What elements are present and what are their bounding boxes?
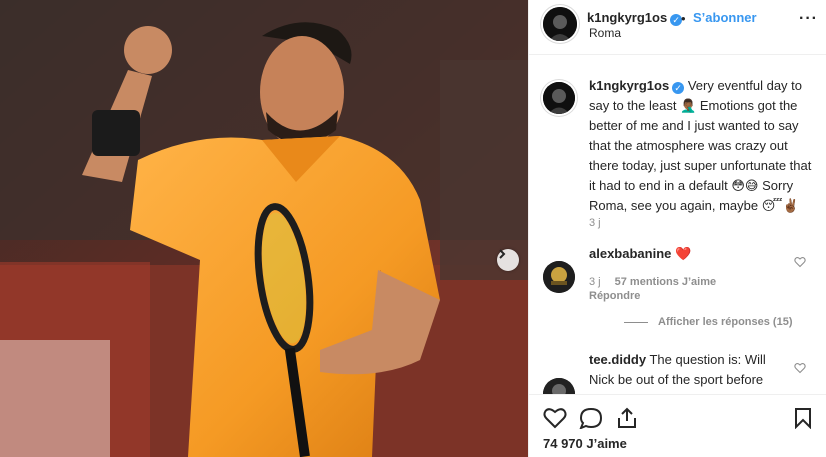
comment: alexbabanine ❤️ (589, 244, 789, 264)
avatar-image-icon (543, 261, 575, 293)
caption-avatar[interactable] (543, 82, 575, 114)
author-username[interactable]: k1ngkyrg1os ✓ (587, 10, 683, 26)
next-photo-button[interactable] (497, 249, 519, 271)
author-username-text[interactable]: k1ngkyrg1os (587, 10, 667, 25)
likes-count[interactable]: 74 970 J’aime (543, 436, 627, 451)
view-replies-button[interactable]: Afficher les réponses (15) (624, 316, 793, 328)
comment-avatar[interactable] (543, 378, 575, 394)
replies-divider (624, 321, 648, 323)
post-photo[interactable] (0, 0, 528, 457)
instagram-post: k1ngkyrg1os ✓ • S’abonner Roma ··· k1ngky… (0, 0, 826, 457)
view-replies-label[interactable]: Afficher les réponses (15) (658, 316, 793, 328)
chevron-right-icon (499, 249, 506, 259)
caption-body: Very eventful day to say to the least 🤦🏾… (589, 78, 812, 213)
post-header: k1ngkyrg1os ✓ • S’abonner Roma ··· (529, 0, 826, 55)
follow-button[interactable]: S’abonner (693, 10, 757, 25)
avatar-image-icon (543, 82, 575, 114)
avatar-image-icon (543, 378, 575, 394)
header-separator: • (681, 11, 686, 26)
comment-username[interactable]: tee.diddy (589, 352, 646, 367)
comment-meta: 3 j 57 mentions J’aime (589, 276, 716, 288)
reply-button[interactable]: Répondre (589, 290, 640, 302)
comment-like-heart-icon[interactable] (794, 256, 806, 268)
tennis-player-photo (0, 0, 528, 457)
comment-timestamp[interactable]: 3 j (589, 276, 601, 288)
author-avatar[interactable] (543, 7, 577, 41)
comment-clip-area: tee.diddy The question is: Will Nick be … (529, 340, 826, 394)
comment-bubble-icon[interactable] (579, 407, 603, 429)
comment-like-count[interactable]: 57 mentions J’aime (615, 276, 717, 288)
post-action-bar: 74 970 J’aime (529, 394, 826, 457)
caption-username[interactable]: k1ngkyrg1os (589, 78, 669, 93)
more-options-icon[interactable]: ··· (799, 10, 818, 28)
comment: tee.diddy The question is: Will Nick be … (589, 350, 789, 394)
verified-badge-icon: ✓ (672, 82, 685, 94)
share-upload-icon[interactable] (615, 407, 639, 429)
post-location[interactable]: Roma (589, 26, 621, 40)
comment-like-heart-icon[interactable] (794, 362, 806, 374)
heart-outline-icon[interactable] (543, 407, 567, 429)
caption-timestamp[interactable]: 3 j (589, 217, 601, 229)
comment-avatar[interactable] (543, 261, 575, 293)
post-side-panel: k1ngkyrg1os ✓ • S’abonner Roma ··· k1ngky… (528, 0, 826, 457)
comment-body: ❤️ (675, 246, 692, 261)
avatar-image-icon (543, 7, 577, 41)
comment-username[interactable]: alexbabanine (589, 246, 671, 261)
caption: k1ngkyrg1os ✓ Very eventful day to say to… (589, 76, 819, 216)
bookmark-icon[interactable] (793, 407, 813, 429)
